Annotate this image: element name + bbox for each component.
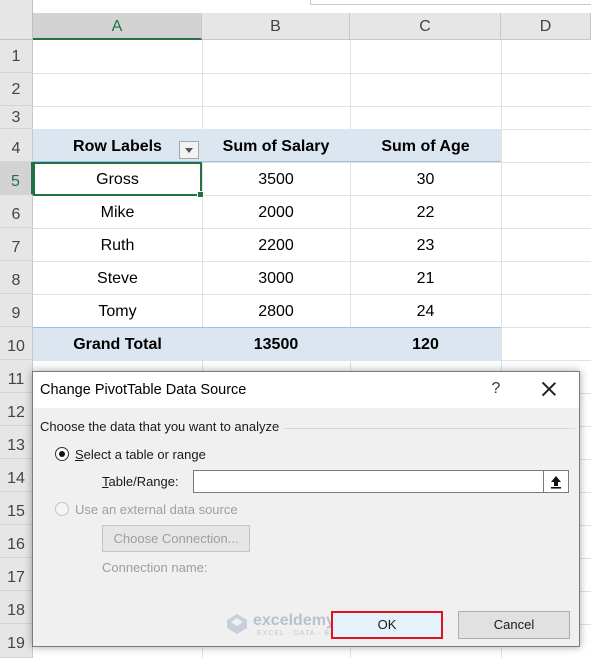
- pivot-salary-value[interactable]: 2000: [202, 195, 350, 228]
- row-header[interactable]: 1: [0, 40, 33, 73]
- row-header[interactable]: 5: [0, 162, 33, 195]
- row-header[interactable]: 2: [0, 73, 33, 106]
- help-icon[interactable]: ?: [488, 380, 504, 398]
- pivot-row-label[interactable]: Ruth: [33, 228, 202, 261]
- pivot-header-salary[interactable]: Sum of Salary: [202, 129, 350, 162]
- row-header[interactable]: 4: [0, 129, 33, 162]
- active-cell-selection[interactable]: [33, 162, 204, 198]
- upload-arrow-icon: [551, 476, 561, 489]
- pivot-header-row-labels[interactable]: Row Labels: [33, 129, 202, 162]
- dialog-title: Change PivotTable Data Source: [40, 382, 247, 398]
- formula-bar-edge: [310, 0, 591, 5]
- row-header[interactable]: 16: [0, 525, 33, 558]
- select-table-range-text: elect a table or range: [83, 447, 206, 462]
- row-header[interactable]: 6: [0, 195, 33, 228]
- external-source-radio[interactable]: [55, 502, 69, 516]
- pivot-row-label[interactable]: Tomy: [33, 294, 202, 327]
- pivot-salary-value[interactable]: 3500: [202, 162, 350, 195]
- pivot-header-age[interactable]: Sum of Age: [350, 129, 501, 162]
- row-header[interactable]: 19: [0, 624, 33, 658]
- row-header[interactable]: 14: [0, 459, 33, 492]
- watermark-brand: exceldemy: [253, 612, 335, 629]
- pivot-age-value[interactable]: 24: [350, 294, 501, 327]
- row-header[interactable]: 17: [0, 558, 33, 591]
- grand-total-label[interactable]: Grand Total: [33, 327, 202, 360]
- filter-dropdown-icon[interactable]: [179, 141, 199, 159]
- column-header-b[interactable]: B: [202, 13, 350, 40]
- exceldemy-logo-icon: [227, 614, 247, 634]
- row-header[interactable]: 12: [0, 393, 33, 426]
- column-header-d[interactable]: D: [501, 13, 591, 40]
- access-key-s: S: [75, 447, 84, 462]
- close-icon[interactable]: [538, 378, 560, 400]
- pivot-salary-value[interactable]: 2200: [202, 228, 350, 261]
- table-range-text: able/Range:: [108, 474, 179, 489]
- pivot-salary-value[interactable]: 3000: [202, 261, 350, 294]
- section-divider: [285, 428, 575, 429]
- row-header[interactable]: 10: [0, 327, 33, 360]
- row-header[interactable]: 11: [0, 360, 33, 393]
- row-header[interactable]: 18: [0, 591, 33, 624]
- pivot-age-value[interactable]: 21: [350, 261, 501, 294]
- dialog-titlebar[interactable]: Change PivotTable Data Source ?: [33, 372, 579, 408]
- section-label: Choose the data that you want to analyze: [40, 419, 280, 434]
- row-header[interactable]: 15: [0, 492, 33, 525]
- select-table-range-label[interactable]: Select a table or range: [75, 447, 206, 462]
- cancel-button[interactable]: Cancel: [458, 611, 570, 639]
- watermark-tagline: EXCEL · DATA · BI: [257, 630, 333, 637]
- table-range-label: Table/Range:: [102, 474, 179, 489]
- row-header[interactable]: 9: [0, 294, 33, 327]
- row-header[interactable]: 3: [0, 106, 33, 129]
- column-header-a[interactable]: A: [33, 13, 202, 40]
- pivot-age-value[interactable]: 23: [350, 228, 501, 261]
- pivot-age-value[interactable]: 22: [350, 195, 501, 228]
- row-header[interactable]: 8: [0, 261, 33, 294]
- row-header[interactable]: 13: [0, 426, 33, 459]
- column-headers: A B C D: [0, 0, 591, 40]
- grand-total-age[interactable]: 120: [350, 327, 501, 360]
- ok-button[interactable]: OK: [331, 611, 443, 639]
- select-all-corner[interactable]: [0, 0, 33, 40]
- change-pivottable-data-source-dialog: Change PivotTable Data Source ? Choose t…: [32, 371, 580, 647]
- connection-name-label: Connection name:: [102, 560, 208, 575]
- pivot-age-value[interactable]: 30: [350, 162, 501, 195]
- select-table-range-radio[interactable]: [55, 447, 69, 461]
- choose-connection-button[interactable]: Choose Connection...: [102, 525, 250, 552]
- grand-total-salary[interactable]: 13500: [202, 327, 350, 360]
- pivot-row-label[interactable]: Steve: [33, 261, 202, 294]
- collapse-dialog-icon[interactable]: [544, 470, 569, 493]
- external-source-label[interactable]: Use an external data source: [75, 502, 238, 517]
- pivot-row-label[interactable]: Mike: [33, 195, 202, 228]
- pivot-salary-value[interactable]: 2800: [202, 294, 350, 327]
- row-header[interactable]: 7: [0, 228, 33, 261]
- column-header-c[interactable]: C: [350, 13, 501, 40]
- table-range-input[interactable]: [193, 470, 544, 493]
